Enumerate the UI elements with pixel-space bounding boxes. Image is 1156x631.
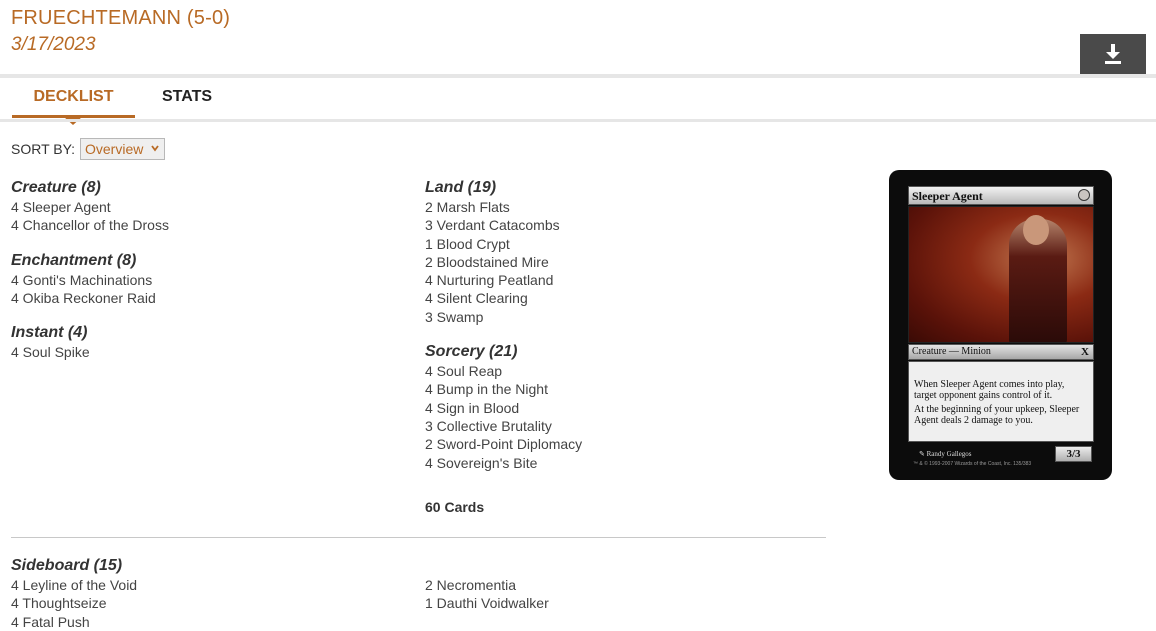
card-line[interactable]: 3 Verdant Catacombs [425,216,805,234]
card-group-creature: Creature (8) 4 Sleeper Agent 4 Chancello… [11,178,391,235]
card-line[interactable]: 1 Blood Crypt [425,235,805,253]
sort-label: SORT BY: [11,141,76,157]
sideboard-left-column: Sideboard (15) 4 Leyline of the Void 4 T… [11,556,391,631]
sort-select[interactable]: Overview [80,138,165,160]
group-title: Instant (4) [11,324,88,342]
player-name: FRUECHTEMANN (5-0) [11,7,231,29]
header-divider [0,74,1156,78]
chevron-down-icon [151,145,159,152]
card-artwork [908,206,1094,343]
card-line[interactable]: 4 Silent Clearing [425,289,805,307]
event-date: 3/17/2023 [11,34,96,55]
card-line[interactable]: 4 Okiba Reckoner Raid [11,289,391,307]
card-power-toughness: 3/3 [1055,446,1092,462]
rules-text-line: At the beginning of your upkeep, Sleeper… [914,404,1080,426]
download-icon [1105,44,1121,64]
group-title: Creature (8) [11,179,101,196]
card-line[interactable]: 4 Nurturing Peatland [425,271,805,289]
card-line[interactable]: 4 Soul Spike [11,343,391,361]
card-title-bar: Sleeper Agent [908,186,1094,205]
tab-decklist[interactable]: DECKLIST [12,88,135,106]
sideboard-divider [11,537,826,538]
mana-symbol-icon [1078,189,1090,201]
tab-stats[interactable]: STATS [150,88,224,106]
card-preview-image: Sleeper Agent Creature — Minion X When S… [889,170,1112,480]
sort-selected-value: Overview [85,141,144,157]
card-line[interactable]: 4 Gonti's Machinations [11,271,391,289]
card-preview-name: Sleeper Agent [912,189,983,203]
card-line[interactable]: 4 Thoughtseize [11,594,391,612]
card-line[interactable]: 4 Leyline of the Void [11,576,391,594]
card-preview-type: Creature — Minion [912,346,991,357]
group-title: Land (19) [425,179,497,196]
card-line[interactable]: 4 Bump in the Night [425,380,805,398]
art-head [1023,215,1049,245]
set-symbol-icon: X [1081,346,1089,358]
download-button[interactable] [1080,34,1146,74]
tabs-divider [0,119,1156,122]
group-title: Sorcery (21) [425,343,518,361]
card-rules-text: When Sleeper Agent comes into play, targ… [908,361,1094,442]
card-artist: ✎ Randy Gallegos [919,450,972,458]
sideboard-right-column: 2 Necromentia 1 Dauthi Voidwalker [425,576,805,613]
maindeck-right-column: Land (19) 2 Marsh Flats 3 Verdant Cataco… [425,178,805,488]
card-group-sorcery: Sorcery (21) 4 Soul Reap 4 Bump in the N… [425,342,805,472]
maindeck-left-column: Creature (8) 4 Sleeper Agent 4 Chancello… [11,178,391,377]
deck-total: 60 Cards [425,499,485,515]
rules-text-line: When Sleeper Agent comes into play, targ… [914,379,1065,401]
sideboard-title: Sideboard (15) [11,557,123,574]
card-line[interactable]: 4 Chancellor of the Dross [11,216,391,234]
card-line[interactable]: 4 Sign in Blood [425,399,805,417]
card-line[interactable]: 3 Collective Brutality [425,417,805,435]
card-line[interactable]: 4 Sovereign's Bite [425,454,805,472]
card-line[interactable]: 3 Swamp [425,308,805,326]
card-line[interactable]: 2 Marsh Flats [425,198,805,216]
card-type-bar: Creature — Minion X [908,344,1094,360]
card-group-land: Land (19) 2 Marsh Flats 3 Verdant Cataco… [425,178,805,326]
card-artist-name: Randy Gallegos [926,450,972,458]
paintbrush-icon: ✎ [919,450,927,458]
group-title: Enchantment (8) [11,251,137,269]
card-line[interactable]: 4 Soul Reap [425,362,805,380]
card-line[interactable]: 2 Sword-Point Diplomacy [425,435,805,453]
card-copyright: ™ & © 1993-2007 Wizards of the Coast, In… [913,461,1032,467]
card-line[interactable]: 4 Fatal Push [11,613,391,631]
card-group-instant: Instant (4) 4 Soul Spike [11,323,391,361]
card-line[interactable]: 2 Necromentia [425,576,805,594]
card-line[interactable]: 1 Dauthi Voidwalker [425,594,805,612]
card-line[interactable]: 4 Sleeper Agent [11,198,391,216]
card-line[interactable]: 2 Bloodstained Mire [425,253,805,271]
card-group-enchantment: Enchantment (8) 4 Gonti's Machinations 4… [11,251,391,308]
